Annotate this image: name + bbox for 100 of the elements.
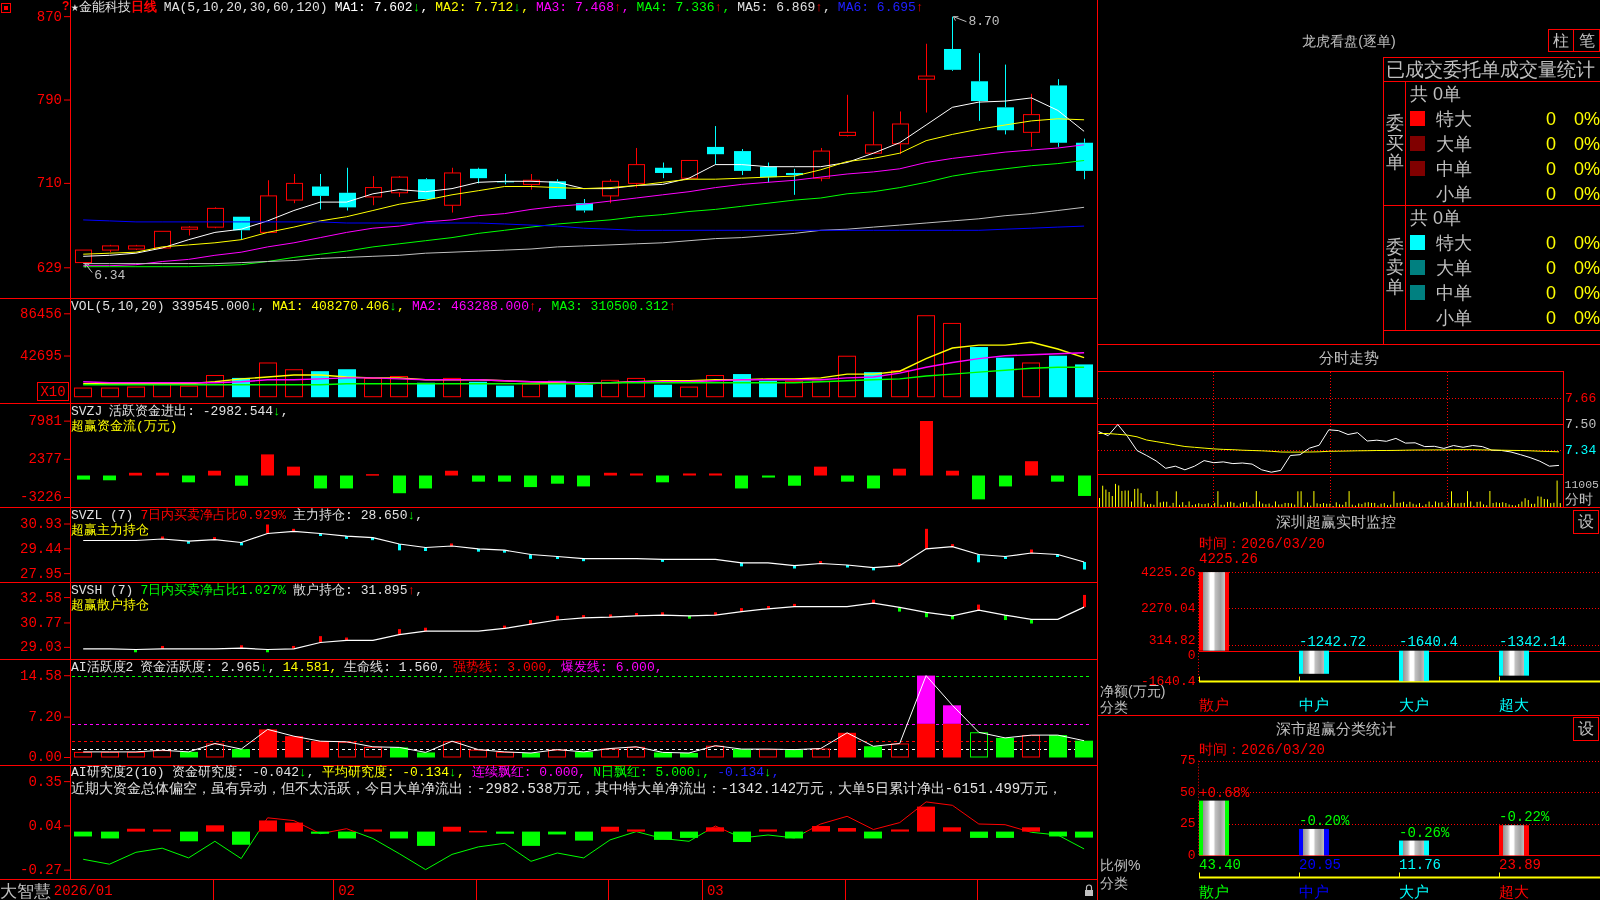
axis-label: 2270.04	[1140, 600, 1196, 616]
axis-label: 29.44	[20, 540, 62, 557]
value-label: 11.76	[1399, 857, 1441, 873]
candlestick	[470, 167, 487, 184]
trend-arrow: ↑,	[528, 299, 545, 314]
candlestick	[1076, 138, 1093, 180]
value-label: 43.40	[1199, 857, 1241, 873]
order-type-label: 小单	[1436, 307, 1472, 328]
indicator-label: 连续飘红: 0.000,	[471, 765, 587, 780]
axis-label: 30.93	[20, 516, 62, 532]
indicator-label: 339545.000	[171, 299, 250, 314]
axis-label: 75	[1179, 753, 1196, 769]
axis-label: 870	[36, 8, 62, 25]
axis-label: 790	[36, 92, 62, 109]
indicator-label: MA4: 7.336	[636, 0, 715, 15]
order-count: 0	[1546, 133, 1556, 154]
trend-arrow: ↑,	[815, 0, 831, 15]
axis-label: 7.66	[1565, 391, 1597, 406]
candlestick	[839, 94, 856, 137]
indicator-label: MA(5,10,20,30,60,120)	[163, 0, 328, 15]
candlestick	[102, 244, 119, 253]
indicator-label: SVZL (7)	[71, 508, 134, 523]
chart-subtitle: 时间：2026/03/20	[1199, 536, 1325, 552]
trend-arrow: ↑,	[714, 0, 731, 15]
order-percent: 0%	[1574, 133, 1600, 154]
indicator-label: 生命线: 1.560,	[344, 660, 446, 675]
axis-title: 分类	[1100, 699, 1128, 715]
panel-title: 深圳超赢实时监控	[1275, 512, 1396, 531]
axis-label: 314.82	[1148, 632, 1196, 648]
value-label: 4225.26	[1199, 551, 1258, 568]
axis-title: 分时	[1565, 491, 1593, 507]
candlestick	[444, 167, 461, 214]
candlestick	[655, 162, 672, 179]
order-percent: 0%	[1574, 232, 1600, 253]
indicator-label: -0.134	[717, 765, 764, 780]
order-type-label: 特大	[1436, 232, 1472, 253]
help-button[interactable]: ?	[62, 0, 70, 12]
indicator-label: 超赢主力持仓	[71, 523, 149, 538]
change-label: -0.26%	[1399, 824, 1450, 841]
order-count: 0	[1546, 183, 1556, 204]
category-label: 大户	[1399, 695, 1429, 713]
order-type-label: 大单	[1436, 133, 1472, 154]
candlestick	[892, 111, 909, 155]
axis-label: 86456	[20, 305, 62, 322]
axis-label: 7.20	[28, 709, 62, 726]
settings-button[interactable]: 设	[1573, 509, 1599, 534]
view-toggle-button[interactable]: 柱	[1548, 29, 1574, 52]
category-label: 中户	[1299, 883, 1329, 900]
side-label: 委买单	[1385, 113, 1404, 174]
order-count: 0	[1546, 108, 1556, 129]
order-count: 0	[1546, 307, 1556, 328]
trend-arrow: ↑,	[613, 0, 630, 15]
indicator-label: 7日内买卖净占比1.027%	[140, 583, 287, 598]
candlestick	[154, 230, 171, 249]
order-total: 共 0单	[1410, 84, 1461, 104]
candlestick	[286, 173, 303, 204]
candlestick	[418, 177, 435, 200]
trend-arrow: ↑,	[407, 583, 424, 598]
value-label: 20.95	[1299, 857, 1341, 873]
order-count: 0	[1546, 282, 1556, 303]
candlestick	[918, 43, 935, 114]
axis-label: 50	[1179, 784, 1196, 800]
annotation: 8.70	[968, 14, 1000, 30]
order-count: 0	[1546, 158, 1556, 179]
indicator-label: 7日内买卖净占比0.929%	[140, 508, 287, 523]
indicator-label: MA6: 6.695	[837, 0, 916, 15]
order-count: 0	[1546, 232, 1556, 253]
axis-label: -0.27	[20, 862, 62, 879]
date-label: 2026/01	[53, 883, 113, 899]
candlestick	[1023, 93, 1040, 148]
candlestick	[312, 173, 329, 210]
candlestick	[865, 111, 882, 154]
indicator-label: 散户持仓: 31.895	[293, 583, 408, 598]
indicator-label: VOL(5,10,20)	[71, 299, 165, 314]
trend-arrow: ↑	[915, 0, 924, 15]
value-label: 23.89	[1499, 857, 1541, 873]
indicator-label: SVZJ	[71, 404, 103, 419]
change-label: -0.22%	[1499, 809, 1550, 826]
view-toggle-button[interactable]: 笔	[1574, 29, 1600, 52]
category-label: 超大	[1499, 695, 1529, 713]
candlestick	[1050, 78, 1067, 148]
candlestick	[971, 52, 988, 122]
annotation: 6.34	[94, 268, 126, 284]
indicator-label: MA3: 310500.312	[551, 299, 669, 314]
candlestick	[944, 16, 961, 72]
trend-arrow: ↓,	[764, 765, 780, 780]
axis-label: 0	[1187, 847, 1196, 863]
order-type-label: 特大	[1436, 108, 1472, 129]
settings-button[interactable]: 设	[1573, 716, 1599, 741]
axis-label: -3226	[20, 489, 62, 506]
axis-label: 29.03	[20, 639, 62, 656]
candlestick	[339, 167, 356, 211]
candlestick	[813, 147, 830, 182]
order-type-label: 大单	[1436, 257, 1472, 278]
order-percent: 0%	[1574, 307, 1600, 328]
indicator-label: MA1: 7.602	[334, 0, 413, 15]
indicator-label: 超赢散户持仓	[71, 598, 149, 613]
candlestick	[681, 159, 698, 179]
axis-title: 比例%	[1100, 857, 1141, 873]
date-label: 03	[706, 883, 724, 899]
